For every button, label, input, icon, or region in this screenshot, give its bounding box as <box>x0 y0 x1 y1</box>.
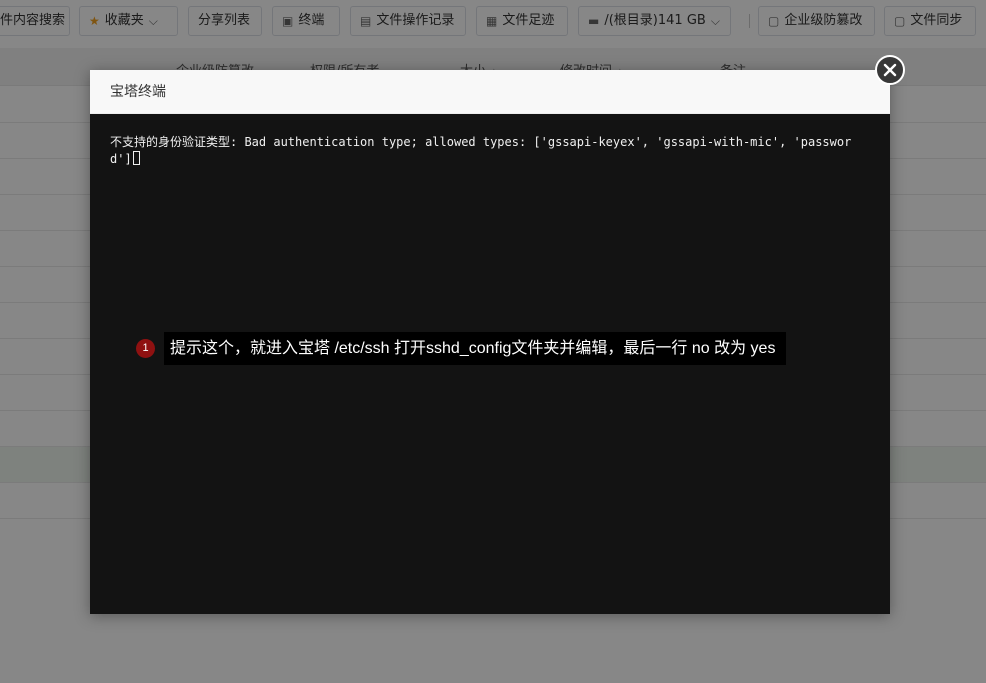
annotation-number-badge: 1 <box>136 339 155 358</box>
close-button[interactable] <box>875 55 905 85</box>
annotation-callout: 提示这个，就进入宝塔 /etc/ssh 打开sshd_config文件夹并编辑，… <box>164 332 787 365</box>
terminal-screen[interactable]: 不支持的身份验证类型: Bad authentication type; all… <box>110 134 855 168</box>
terminal-cursor <box>132 151 140 165</box>
dialog-title: 宝塔终端 <box>90 70 890 114</box>
close-icon <box>883 63 897 77</box>
terminal-output: 不支持的身份验证类型: Bad authentication type; all… <box>110 135 852 166</box>
